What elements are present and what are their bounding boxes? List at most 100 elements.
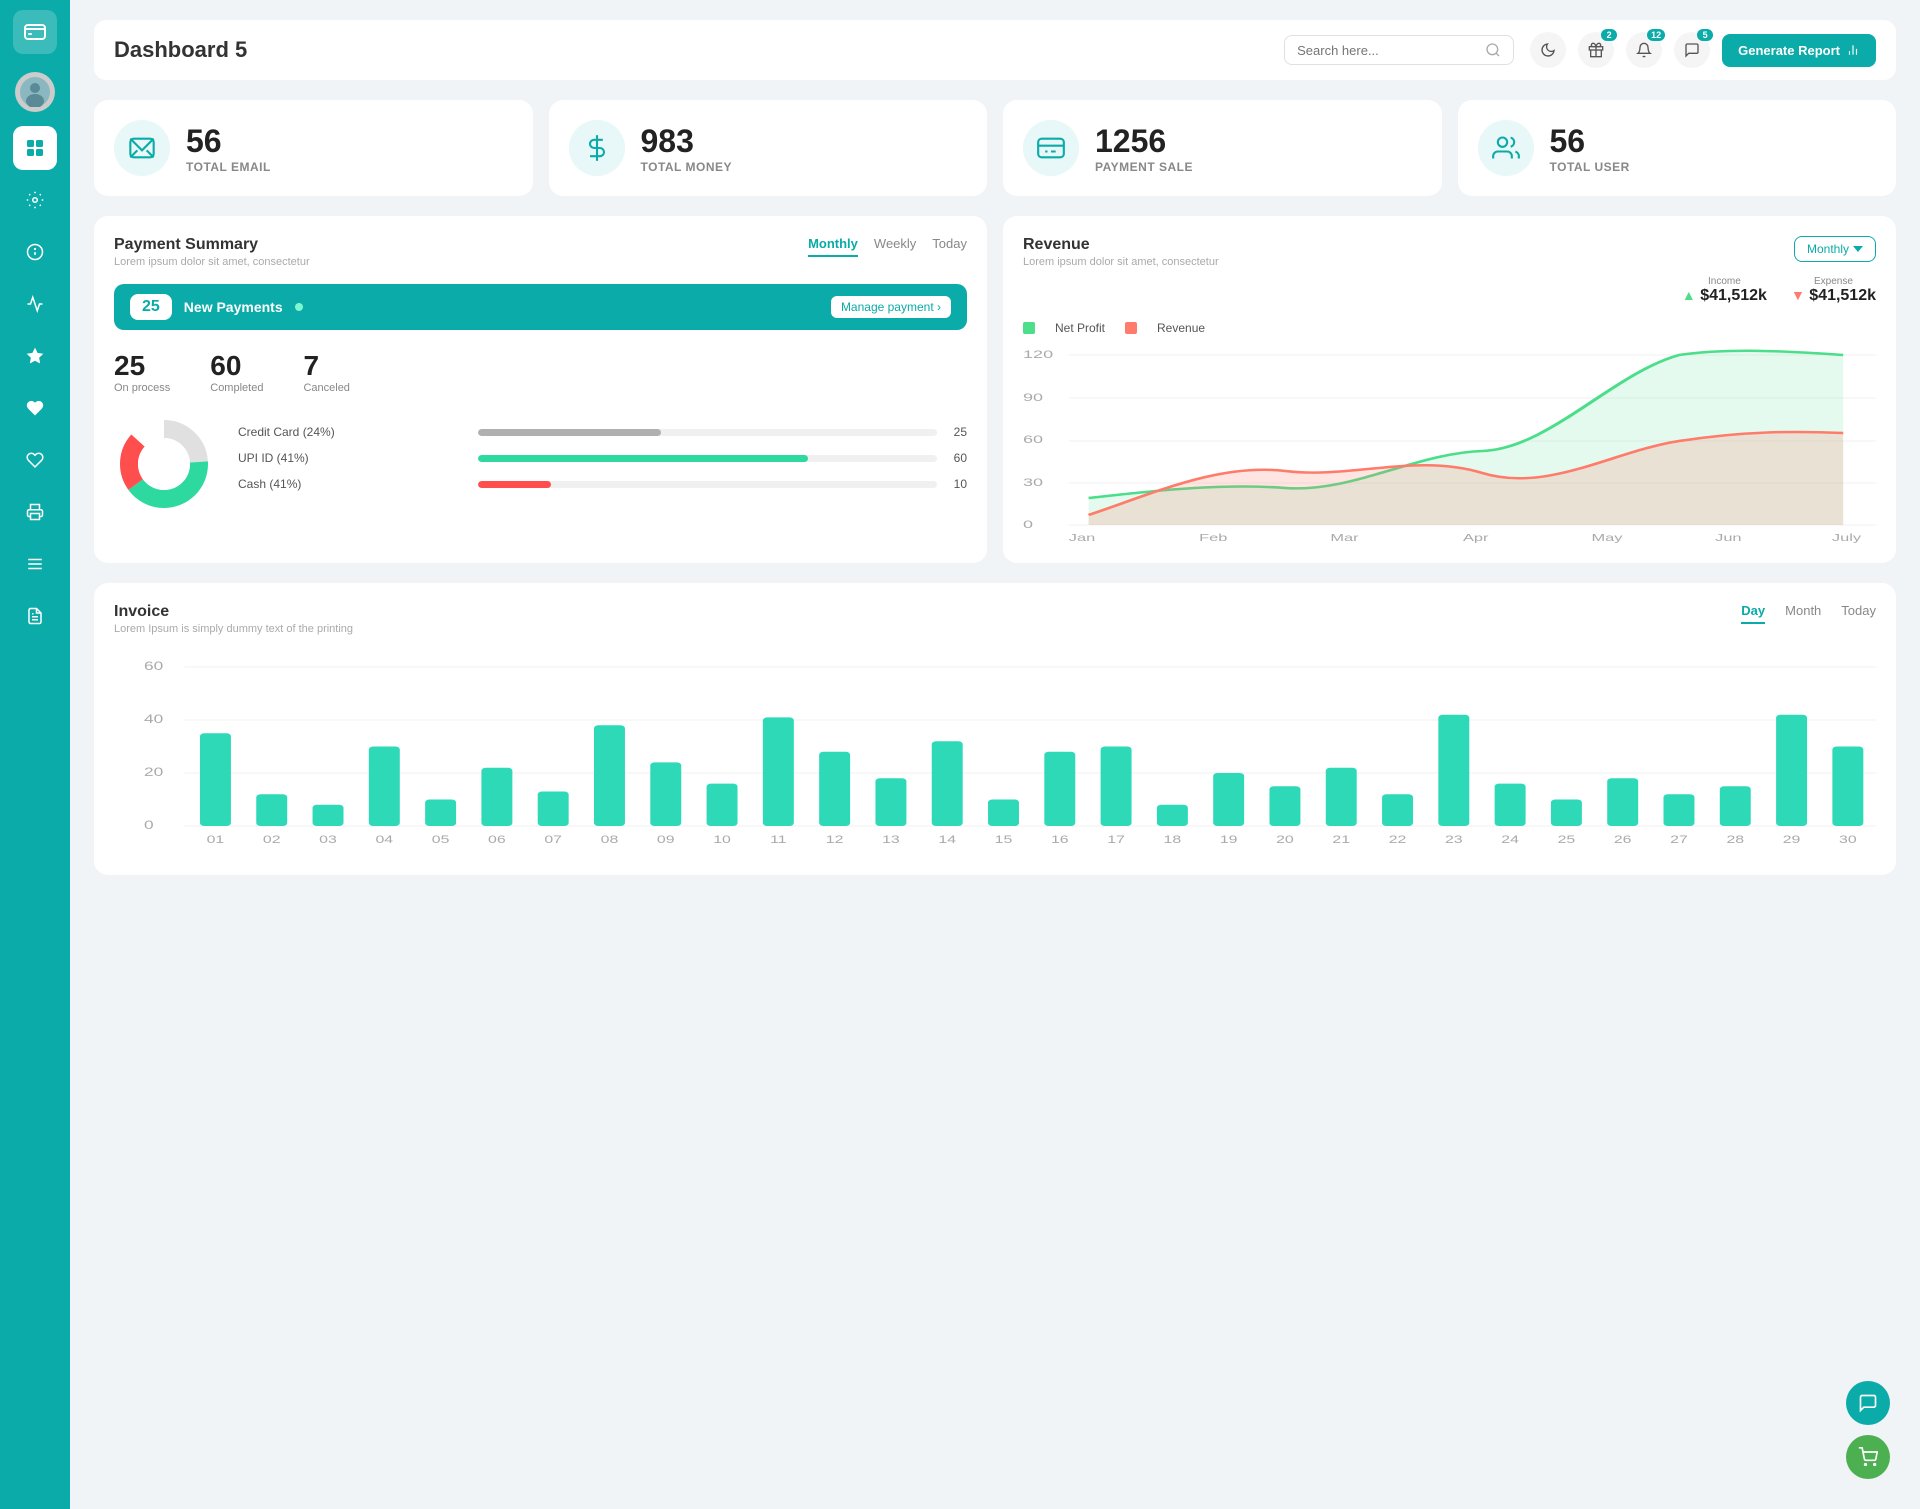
revenue-subtitle: Lorem ipsum dolor sit amet, consectetur [1023,256,1219,268]
revenue-legend-dot [1125,322,1137,334]
svg-text:40: 40 [144,713,163,726]
svg-text:30: 30 [1023,476,1043,489]
svg-text:11: 11 [770,833,786,845]
method-upi: UPI ID (41%) 60 [238,451,967,465]
svg-text:12: 12 [826,833,844,845]
svg-text:27: 27 [1670,833,1688,845]
svg-text:120: 120 [1023,348,1053,361]
tab-today[interactable]: Today [932,236,967,257]
svg-text:60: 60 [144,660,163,673]
support-fab[interactable] [1846,1381,1890,1425]
svg-text:90: 90 [1023,391,1043,404]
svg-text:24: 24 [1501,833,1519,845]
svg-text:Jun: Jun [1715,532,1741,543]
sidebar-item-docs[interactable] [13,594,57,638]
gift-badge: 2 [1601,29,1617,41]
gift-button[interactable]: 2 [1578,32,1614,68]
svg-text:Feb: Feb [1199,532,1227,543]
revenue-chart: 120 90 60 30 0 [1023,343,1876,543]
svg-text:Mar: Mar [1330,532,1359,543]
tab-monthly[interactable]: Monthly [808,236,858,257]
sidebar-item-info[interactable] [13,230,57,274]
sidebar-item-star[interactable] [13,334,57,378]
header-icons: 2 12 5 Generate Report [1530,32,1876,68]
sidebar-item-likes[interactable] [13,438,57,482]
sidebar-item-print[interactable] [13,490,57,534]
generate-report-button[interactable]: Generate Report [1722,34,1876,67]
sidebar-item-settings[interactable] [13,178,57,222]
total-user-icon [1478,120,1534,176]
svg-text:18: 18 [1164,833,1182,845]
cash-label: Cash (41%) [238,477,468,491]
payment-sale-icon [1023,120,1079,176]
email-icon [114,120,170,176]
invoice-tab-day[interactable]: Day [1741,603,1765,624]
upi-count: 60 [947,451,967,465]
svg-text:08: 08 [601,833,619,845]
total-money-number: 983 [641,123,733,160]
main-content: Dashboard 5 2 [70,0,1920,1509]
user-avatar[interactable] [15,72,55,112]
cart-fab[interactable] [1846,1435,1890,1479]
svg-text:May: May [1591,532,1622,543]
svg-text:July: July [1832,532,1861,543]
new-payments-label: New Payments [184,299,283,315]
sidebar-item-list[interactable] [13,542,57,586]
manage-payment-link[interactable]: Manage payment › [831,296,951,318]
payment-summary-subtitle: Lorem ipsum dolor sit amet, consectetur [114,256,310,268]
cash-count: 10 [947,477,967,491]
stat-card-payment-sale: 1256 PAYMENT SALE [1003,100,1442,196]
sidebar-item-analytics[interactable] [13,282,57,326]
invoice-tab-month[interactable]: Month [1785,603,1821,624]
search-box[interactable] [1284,35,1514,65]
payment-tabs: Monthly Weekly Today [808,236,967,257]
stat-card-total-email: 56 TOTAL EMAIL [94,100,533,196]
svg-text:0: 0 [1023,518,1033,531]
on-process-label: On process [114,382,170,394]
sidebar [0,0,70,1509]
search-icon [1485,42,1501,58]
svg-text:23: 23 [1445,833,1463,845]
invoice-subtitle: Lorem Ipsum is simply dummy text of the … [114,623,353,635]
svg-text:Jan: Jan [1069,532,1095,543]
theme-toggle-button[interactable] [1530,32,1566,68]
credit-card-bar [478,429,662,436]
sidebar-item-dashboard[interactable] [13,126,57,170]
svg-text:26: 26 [1614,833,1632,845]
svg-text:14: 14 [938,833,956,845]
tab-weekly[interactable]: Weekly [874,236,916,257]
new-payments-dot [295,303,303,311]
on-process-number: 25 [114,350,170,382]
sidebar-item-favorites[interactable] [13,386,57,430]
stat-card-total-user: 56 TOTAL USER [1458,100,1897,196]
invoice-tab-today[interactable]: Today [1841,603,1876,624]
new-payments-bar: 25 New Payments Manage payment › [114,284,967,330]
middle-row: Payment Summary Lorem ipsum dolor sit am… [94,216,1896,563]
total-email-number: 56 [186,123,271,160]
payment-sale-label: PAYMENT SALE [1095,160,1193,174]
svg-text:25: 25 [1558,833,1576,845]
revenue-monthly-btn[interactable]: Monthly [1794,236,1876,262]
revenue-legend: Net Profit Revenue [1023,321,1876,335]
total-user-label: TOTAL USER [1550,160,1630,174]
invoice-title: Invoice [114,603,353,621]
svg-text:09: 09 [657,833,675,845]
svg-text:07: 07 [544,833,562,845]
svg-text:21: 21 [1332,833,1350,845]
messages-button[interactable]: 5 [1674,32,1710,68]
method-credit-card: Credit Card (24%) 25 [238,425,967,439]
money-icon [569,120,625,176]
method-cash: Cash (41%) 10 [238,477,967,491]
search-input[interactable] [1297,43,1477,58]
svg-text:19: 19 [1220,833,1238,845]
svg-text:13: 13 [882,833,900,845]
total-email-label: TOTAL EMAIL [186,160,271,174]
sidebar-logo[interactable] [13,10,57,54]
svg-text:60: 60 [1023,433,1043,446]
expense-value: ▼ $41,512k [1791,287,1876,305]
messages-badge: 5 [1697,29,1713,41]
notifications-button[interactable]: 12 [1626,32,1662,68]
svg-text:Apr: Apr [1463,532,1489,543]
net-profit-legend-label: Net Profit [1055,321,1105,335]
page-title: Dashboard 5 [114,37,1284,63]
